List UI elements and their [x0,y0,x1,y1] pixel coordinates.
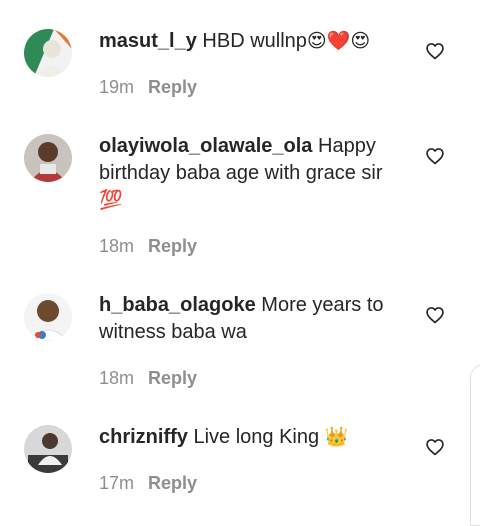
comment-body: HBD wullnp [202,30,307,52]
comment-username[interactable]: olayiwola_olawale_ola [99,135,312,157]
heart-outline-icon [426,43,444,60]
avatar[interactable] [24,29,72,77]
heart-outline-icon [426,307,444,324]
avatar-photo-icon [24,134,72,182]
comment-body: Live long King [193,426,320,448]
comment-timestamp: 18m [99,368,135,388]
like-button[interactable] [425,146,445,166]
reply-button[interactable]: Reply [148,473,197,493]
comment-meta: 17m Reply [99,472,197,494]
avatar[interactable] [24,134,72,182]
comment-text: chrizniffy Live long King 👑 [99,424,399,451]
comment-emoji: 👑 [324,427,349,448]
heart-outline-icon [426,148,444,165]
avatar[interactable] [24,293,72,341]
avatar-photo-icon [24,293,72,341]
comment-username[interactable]: h_baba_olagoke [99,294,256,316]
overlay-card-edge [470,364,480,526]
comment-username[interactable]: chrizniffy [99,426,188,448]
comment-text: h_baba_olagoke More years to witness bab… [99,292,399,346]
comment-text: masut_l_y HBD wullnp😍❤️😍 [99,28,399,55]
comment-emoji: 💯 [99,190,123,211]
avatar-photo-icon [24,425,72,473]
like-button[interactable] [425,41,445,61]
comment-timestamp: 17m [99,473,135,493]
comment-meta: 18m Reply [99,235,197,257]
reply-button[interactable]: Reply [148,236,197,256]
avatar[interactable] [24,425,72,473]
comment-meta: 18m Reply [99,367,197,389]
heart-outline-icon [426,439,444,456]
comment-timestamp: 18m [99,236,135,256]
like-button[interactable] [425,437,445,457]
like-button[interactable] [425,305,445,325]
comment-text: olayiwola_olawale_ola Happy birthday bab… [99,133,399,214]
reply-button[interactable]: Reply [148,368,197,388]
comment-username[interactable]: masut_l_y [99,30,197,52]
avatar-photo-icon [24,29,72,77]
comment-meta: 19m Reply [99,76,197,98]
reply-button[interactable]: Reply [148,77,197,97]
comment-emoji: 😍❤️😍 [306,31,371,52]
comment-timestamp: 19m [99,77,135,97]
